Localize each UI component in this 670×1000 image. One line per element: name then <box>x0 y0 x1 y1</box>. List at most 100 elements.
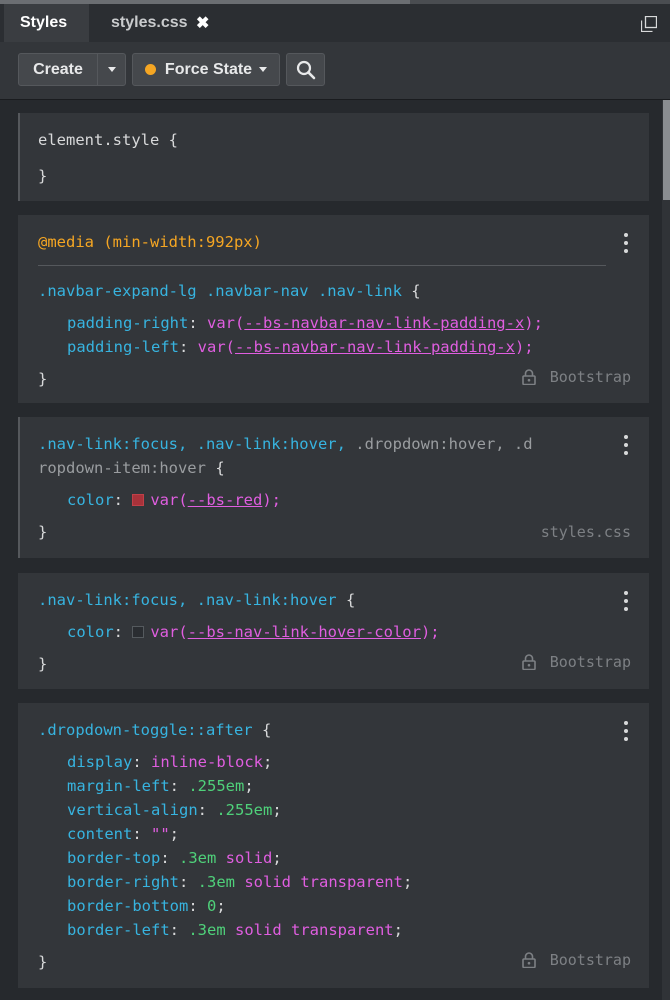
rule-selector-part: .nav-link:focus, .nav-link:hover, <box>38 435 346 453</box>
declaration[interactable]: display: inline-block; <box>67 753 272 771</box>
property-name: padding-right <box>67 314 189 332</box>
declaration[interactable]: border-bottom: 0; <box>67 897 226 915</box>
lock-icon <box>521 654 536 670</box>
css-variable-link[interactable]: --bs-nav-link-hover-color <box>188 623 421 641</box>
property-value: .3em <box>179 849 217 867</box>
more-vertical-icon[interactable] <box>623 591 629 611</box>
rule-close-brace: } <box>38 953 48 971</box>
value-fn: var( <box>150 623 188 641</box>
property-value: .3em <box>188 921 226 939</box>
scrollbar-track[interactable] <box>662 100 670 1000</box>
property-value: .255em <box>188 777 245 795</box>
rule-selector-line: .navbar-expand-lg .navbar-nav .nav-link … <box>38 282 421 300</box>
chevron-down-icon <box>259 67 268 72</box>
rule-selector-part: ropdown-item:hover <box>38 459 206 477</box>
rule-element-style[interactable]: element.style { } <box>18 113 649 201</box>
origin-label: Bootstrap <box>549 951 631 969</box>
tab-styles[interactable]: Styles <box>4 4 89 42</box>
declaration[interactable]: padding-left: var(--bs-navbar-nav-link-p… <box>67 338 534 356</box>
maximize-icon[interactable] <box>641 16 657 32</box>
scrollbar-thumb[interactable] <box>663 100 670 200</box>
media-query: @media (min-width:992px) <box>38 233 262 251</box>
property-value: .255em <box>216 801 273 819</box>
property-value: solid transparent <box>235 921 394 939</box>
declaration[interactable]: vertical-align: .255em; <box>67 801 282 819</box>
origin-label: Bootstrap <box>549 653 631 671</box>
css-variable-link[interactable]: --bs-navbar-nav-link-padding-x <box>235 338 515 356</box>
rule-selector: .navbar-expand-lg .navbar-nav .nav-link <box>38 282 402 300</box>
toolbar: Create Force State <box>0 42 670 100</box>
rule-selector-line: .nav-link:focus, .nav-link:hover { <box>38 591 355 609</box>
more-vertical-icon[interactable] <box>623 721 629 741</box>
more-vertical-icon[interactable] <box>623 233 629 253</box>
declaration[interactable]: color: var(--bs-nav-link-hover-color); <box>67 623 440 641</box>
force-state-button[interactable]: Force State <box>132 53 280 86</box>
rule-nav-link-focus-hover-dropdown[interactable]: .nav-link:focus, .nav-link:hover, .dropd… <box>18 417 649 558</box>
close-icon[interactable]: ✖ <box>196 4 209 42</box>
css-variable-link[interactable]: --bs-red <box>188 491 263 509</box>
rule-origin: Bootstrap <box>521 653 631 671</box>
rule-close-brace: } <box>38 523 48 541</box>
rule-close-brace: } <box>38 167 48 185</box>
search-button[interactable] <box>286 53 325 86</box>
declaration[interactable]: content: ""; <box>67 825 179 843</box>
rule-selector-line: .dropdown-toggle::after { <box>38 721 271 739</box>
rule-selector: element.style { <box>38 131 178 149</box>
property-value: inline-block <box>151 753 263 771</box>
create-dropdown-button[interactable] <box>97 53 126 86</box>
rule-selector-part: .dropdown:hover, .d <box>355 435 533 453</box>
value-fn: var( <box>150 491 188 509</box>
rule-origin: Bootstrap <box>521 951 631 969</box>
open-brace: { <box>345 591 356 609</box>
tab-styles-css[interactable]: styles.css <box>95 4 188 42</box>
create-button[interactable]: Create <box>18 53 98 86</box>
more-vertical-icon[interactable] <box>623 435 629 455</box>
property-value: .3em <box>197 873 235 891</box>
rule-selector-line: .nav-link:focus, .nav-link:hover, .dropd… <box>38 435 533 453</box>
css-variable-link[interactable]: --bs-navbar-nav-link-padding-x <box>244 314 524 332</box>
value-fn: var( <box>197 338 235 356</box>
property-name: border-right <box>67 873 179 891</box>
declaration[interactable]: border-top: .3em solid; <box>67 849 282 867</box>
rule-close-brace: } <box>38 655 48 673</box>
lock-icon <box>521 369 536 385</box>
declaration[interactable]: padding-right: var(--bs-navbar-nav-link-… <box>67 314 543 332</box>
value-end: ); <box>420 623 440 641</box>
rule-nav-link-focus-hover[interactable]: .nav-link:focus, .nav-link:hover { color… <box>18 573 649 689</box>
declaration[interactable]: border-right: .3em solid transparent; <box>67 873 412 891</box>
property-value: "" <box>151 825 170 843</box>
declaration[interactable]: margin-left: .255em; <box>67 777 254 795</box>
value-end: ); <box>262 491 281 509</box>
property-value: solid transparent <box>244 873 403 891</box>
rule-origin[interactable]: styles.css <box>541 523 631 541</box>
rule-media-navbar-nav-link[interactable]: @media (min-width:992px) .navbar-expand-… <box>18 215 649 403</box>
rule-selector: .nav-link:focus, .nav-link:hover <box>38 591 337 609</box>
origin-label: Bootstrap <box>549 368 631 386</box>
value-end: ); <box>514 338 534 356</box>
property-name: border-left <box>67 921 170 939</box>
color-swatch-icon[interactable] <box>132 626 145 638</box>
lock-icon <box>521 952 536 968</box>
create-label: Create <box>33 60 83 78</box>
open-brace: { <box>261 721 272 739</box>
tab-bar: Styles styles.css ✖ <box>0 4 670 42</box>
rule-origin: Bootstrap <box>521 368 631 386</box>
origin-label[interactable]: styles.css <box>541 523 631 541</box>
property-name: padding-left <box>67 338 179 356</box>
chevron-down-icon <box>107 67 116 72</box>
property-name: content <box>67 825 133 843</box>
property-name: vertical-align <box>67 801 198 819</box>
property-name: display <box>67 753 133 771</box>
property-name: margin-left <box>67 777 170 795</box>
force-state-label: Force State <box>164 60 253 78</box>
property-name: border-bottom <box>67 897 189 915</box>
rule-dropdown-toggle-after[interactable]: .dropdown-toggle::after { display: inlin… <box>18 703 649 988</box>
property-value: 0 <box>207 897 217 915</box>
color-swatch-icon[interactable] <box>132 494 145 506</box>
open-brace: { <box>215 459 225 477</box>
declaration[interactable]: color: var(--bs-red); <box>67 491 281 509</box>
declaration[interactable]: border-left: .3em solid transparent; <box>67 921 403 939</box>
property-name: color <box>67 623 114 641</box>
property-value: solid <box>225 849 273 867</box>
property-name: border-top <box>67 849 161 867</box>
